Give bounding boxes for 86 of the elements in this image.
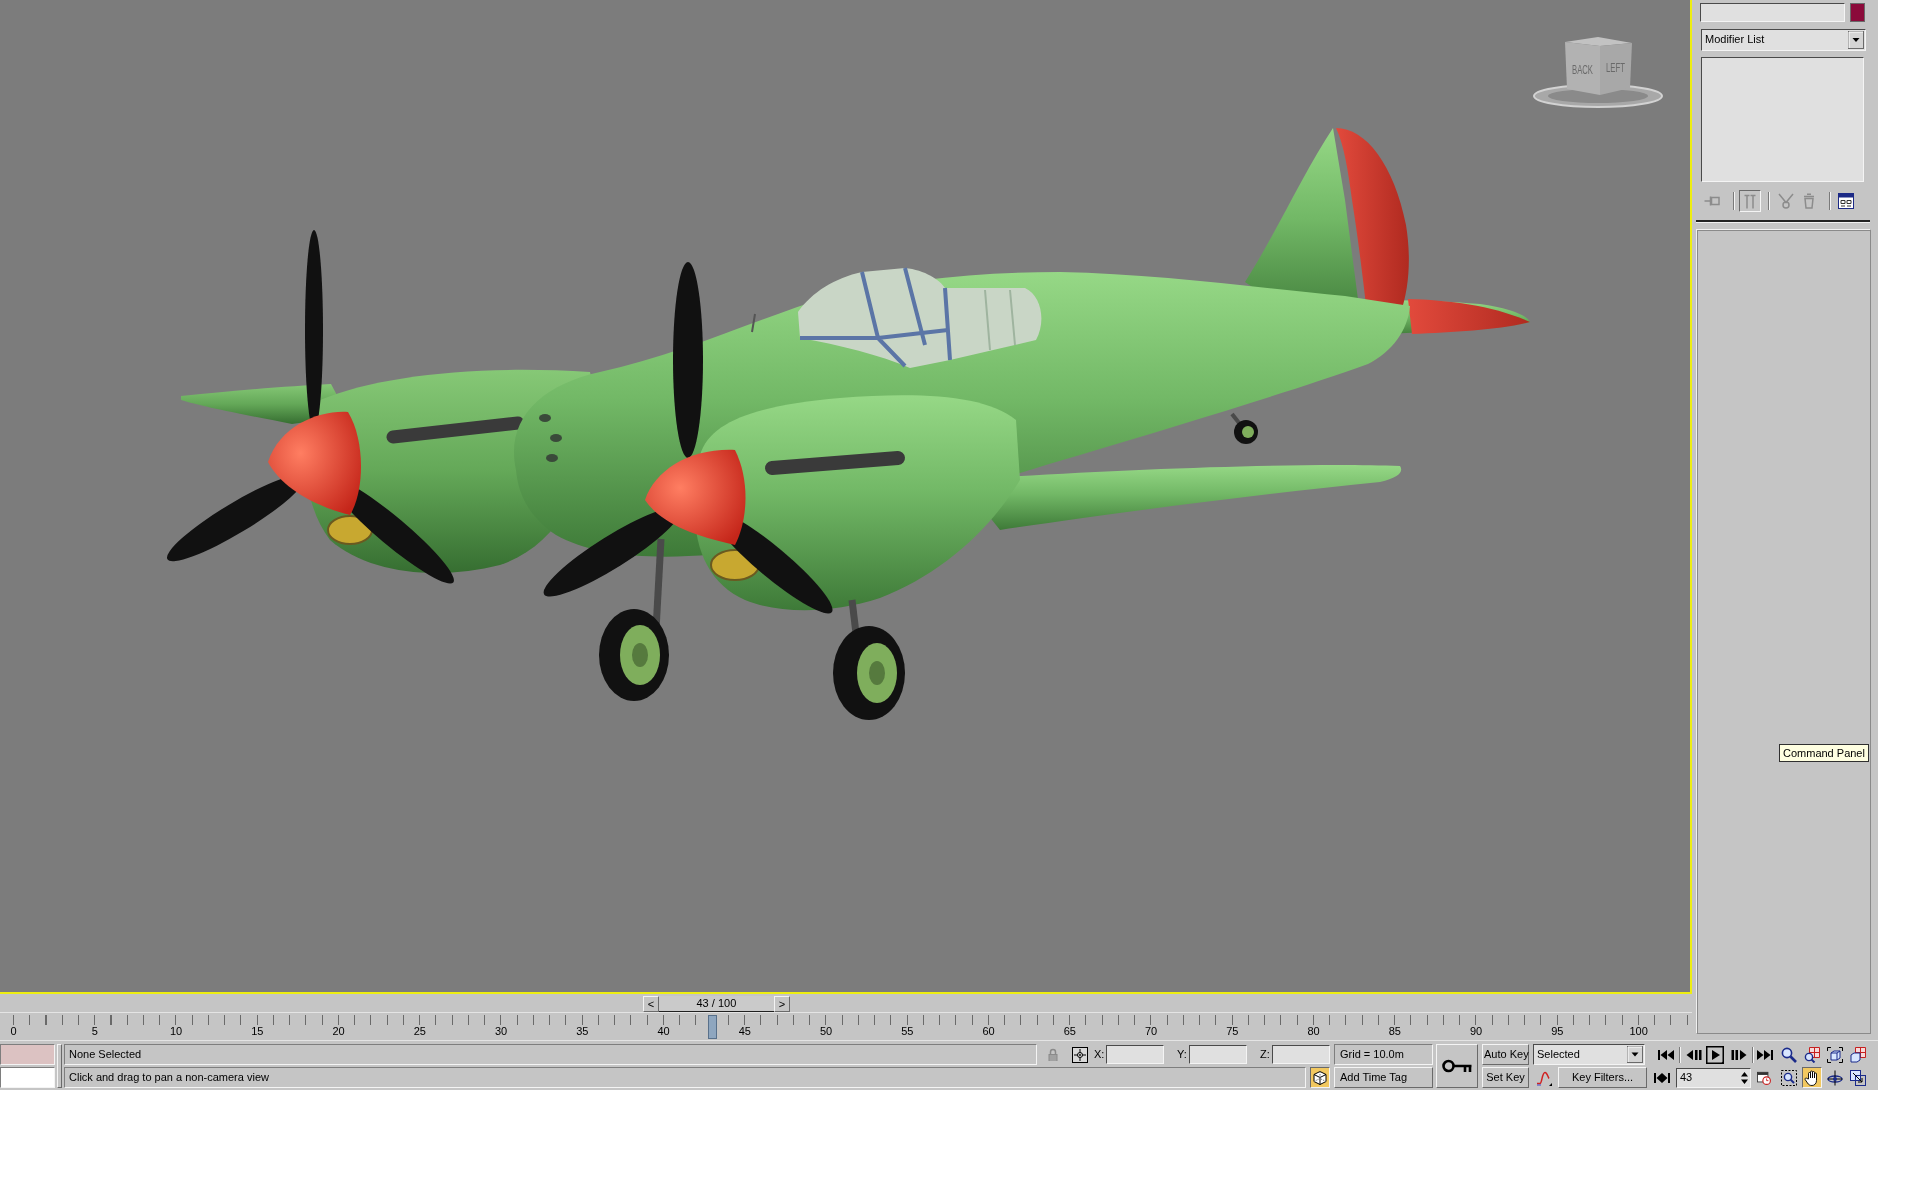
name-field[interactable] [1700, 3, 1845, 22]
frame-number: 90 [1469, 1025, 1483, 1038]
color-swatch[interactable] [1850, 3, 1865, 22]
transform-mode-button[interactable] [1071, 1045, 1089, 1064]
overlapping-windows-icon [1850, 1069, 1866, 1086]
frame-number: 10 [169, 1025, 183, 1038]
key-filters-button[interactable]: Key Filters... [1558, 1067, 1647, 1088]
crosshair-square-icon [1072, 1046, 1088, 1063]
auto-key-button[interactable]: Auto Key [1482, 1044, 1529, 1065]
track-bar[interactable]: 0 5 10 15 20 25 30 35 40 45 50 55 60 65 70 75 80 85 90 95 100 [0, 1012, 1692, 1040]
spinner-arrows-icon [1740, 1069, 1749, 1086]
frame-number: 25 [413, 1025, 426, 1038]
fork-icon [1778, 193, 1794, 209]
zoom-region-button[interactable] [1779, 1067, 1799, 1088]
padlock-icon [1048, 1048, 1058, 1061]
current-frame-marker[interactable] [707, 1015, 717, 1039]
frame-number: 65 [1063, 1025, 1076, 1038]
key-icon [1442, 1059, 1472, 1073]
frame-number: 15 [251, 1025, 264, 1038]
frame-number: 80 [1307, 1025, 1320, 1038]
pan-button[interactable] [1802, 1067, 1822, 1088]
frame-number: 50 [819, 1025, 833, 1038]
hand-icon [1804, 1069, 1820, 1086]
cube-icon [1312, 1069, 1328, 1086]
selection-status: None Selected [64, 1044, 1037, 1065]
two-bars-icon [1742, 193, 1758, 209]
frame-number: 85 [1388, 1025, 1401, 1038]
frame-number: 60 [982, 1025, 995, 1038]
zoom-extents-button[interactable] [1825, 1044, 1845, 1065]
frame-number: 35 [576, 1025, 589, 1038]
dashed-magnifier-icon [1781, 1069, 1797, 1086]
frame-number: 0 [10, 1025, 17, 1038]
curve-icon [1536, 1069, 1552, 1086]
frame-corners-icon [1827, 1046, 1843, 1063]
frame-number: 95 [1551, 1025, 1564, 1038]
skip-forward-icon [1757, 1048, 1773, 1061]
axis-label: Z: [1260, 1047, 1271, 1062]
frame-spinner[interactable]: 43 [1676, 1067, 1751, 1088]
magnifier-grid-icon [1804, 1046, 1820, 1063]
previous-frame-button[interactable]: < [642, 996, 659, 1012]
dropdown-arrow-icon [1848, 31, 1864, 49]
frame-number: 75 [1226, 1025, 1239, 1038]
stacked-squares-icon [1850, 1046, 1866, 1063]
window-clock-icon [1757, 1069, 1771, 1086]
magnifier-icon [1781, 1046, 1797, 1063]
modifier-list-dropdown[interactable]: Modifier List [1701, 29, 1866, 51]
key-mode-dropdown[interactable]: Selected [1533, 1044, 1645, 1065]
tooltip: Command Panel [1779, 744, 1869, 762]
frame-number: 30 [494, 1025, 508, 1038]
time-slider-track[interactable]: < 43 / 100 > [0, 994, 1692, 1012]
diamond-bars-icon [1654, 1071, 1670, 1084]
axis-label: X: [1094, 1047, 1105, 1062]
orbit-icon [1827, 1069, 1843, 1086]
frame-number: 20 [332, 1025, 345, 1038]
configure-button[interactable] [1835, 190, 1857, 212]
coordinate-field[interactable] [1106, 1045, 1164, 1064]
set-key-button[interactable]: Set Key [1482, 1067, 1529, 1088]
zoom-all-button[interactable] [1802, 1044, 1822, 1065]
script-input-field[interactable] [0, 1067, 55, 1088]
frame-number: 5 [91, 1025, 98, 1038]
grid-spacing: Grid = 10.0m [1334, 1044, 1433, 1065]
frame-number: 40 [657, 1025, 670, 1038]
window-grid-icon [1838, 193, 1854, 209]
step-back-icon [1686, 1048, 1702, 1061]
next-frame-button[interactable]: > [773, 996, 790, 1012]
time-slider-thumb[interactable]: < 43 / 100 > [642, 996, 790, 1012]
frame-number: 55 [901, 1025, 914, 1038]
trash-icon [1803, 193, 1815, 209]
coordinate-field[interactable] [1189, 1045, 1247, 1064]
play-icon [1706, 1045, 1724, 1064]
maximize-button[interactable] [1848, 1067, 1868, 1088]
frame-counter: 43 / 100 [695, 996, 738, 1012]
frame-number: 70 [1144, 1025, 1158, 1038]
play-button[interactable] [1706, 1044, 1724, 1065]
coordinate-field[interactable] [1272, 1045, 1330, 1064]
dropdown-arrow-icon [1627, 1046, 1643, 1063]
key-button[interactable] [1436, 1044, 1478, 1088]
macro-recorder-field[interactable] [0, 1044, 55, 1065]
cube-toggle-button[interactable] [1310, 1067, 1330, 1088]
skip-back-icon [1658, 1048, 1674, 1061]
frame-number: 45 [738, 1025, 751, 1038]
zoom-extents-all-button[interactable] [1848, 1044, 1868, 1065]
add-time-tag-button[interactable]: Add Time Tag [1334, 1067, 1433, 1088]
step-forward-icon [1731, 1048, 1747, 1061]
axis-label: Y: [1177, 1047, 1188, 1062]
frame-number: 100 [1629, 1025, 1648, 1038]
